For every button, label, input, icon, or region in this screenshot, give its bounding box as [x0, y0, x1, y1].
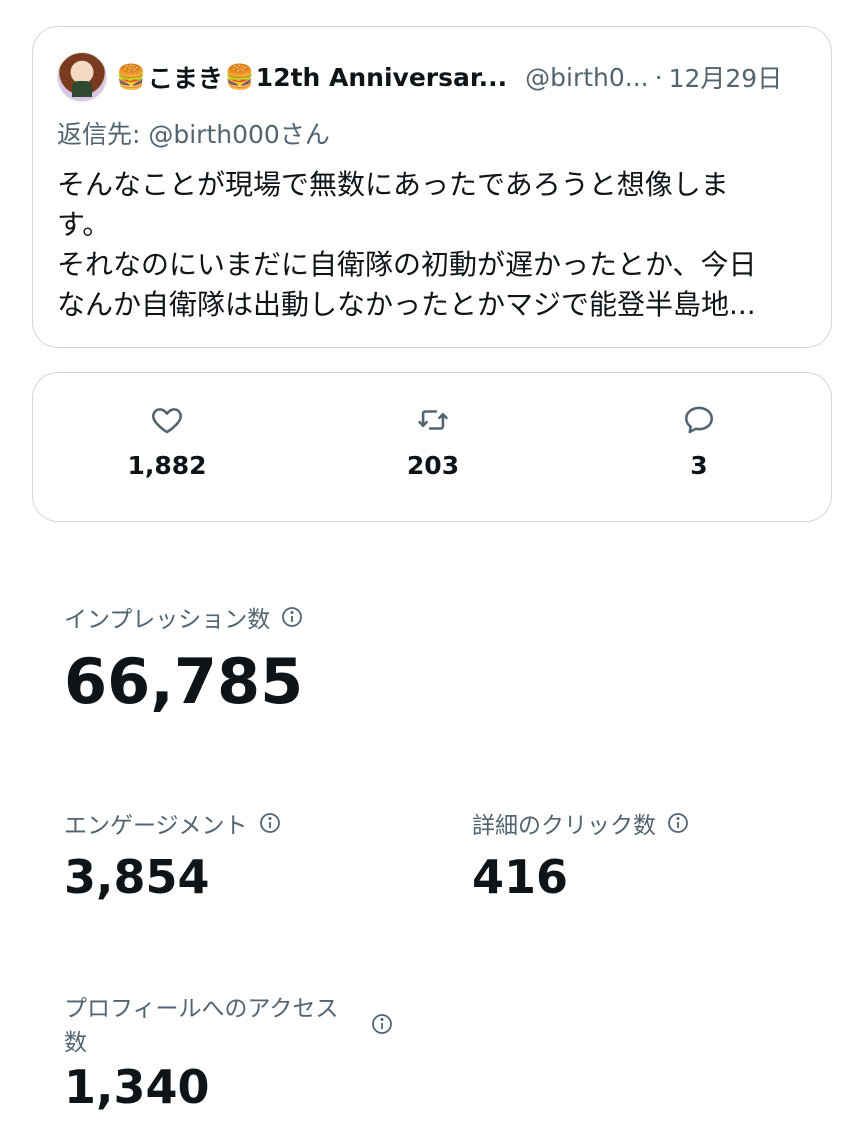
info-icon[interactable] — [258, 811, 282, 835]
burger-emoji: 🍔 — [116, 63, 146, 91]
reply-icon — [684, 406, 714, 434]
engagement-bar: 1,882 203 3 — [32, 372, 832, 522]
reply-count: 3 — [690, 451, 708, 480]
engagements-metric: エンゲージメント 3,854 — [64, 806, 282, 904]
impressions-metric: インプレッション数 66,785 — [64, 600, 304, 716]
avatar[interactable] — [57, 52, 107, 102]
engagements-label-text: エンゲージメント — [64, 813, 248, 839]
heart-icon — [152, 408, 182, 434]
profile-visits-label-text: プロフィールへのアクセス数 — [64, 996, 339, 1056]
profile-visits-metric: プロフィールへのアクセス数 1,340 — [64, 992, 404, 1114]
quoted-tweet-card[interactable]: 🍔 こまき 🍔 12th Anniversar... @birth0... · … — [32, 26, 832, 348]
retweet-count: 203 — [406, 451, 460, 480]
impressions-value: 66,785 — [64, 645, 304, 718]
display-name-text: こまき — [147, 64, 223, 93]
impressions-label-text: インプレッション数 — [64, 607, 271, 633]
like-count: 1,882 — [127, 451, 207, 480]
tweet-date[interactable]: 12月29日 — [669, 59, 783, 95]
like-stat[interactable]: 1,882 — [97, 403, 237, 480]
reply-stat[interactable]: 3 — [629, 403, 769, 480]
detail-clicks-label: 詳細のクリック数 — [472, 806, 690, 840]
display-name[interactable]: 🍔 こまき 🍔 12th Anniversar... — [115, 59, 507, 95]
engagements-value: 3,854 — [64, 850, 210, 904]
retweet-stat[interactable]: 203 — [363, 403, 503, 480]
info-icon[interactable] — [370, 1012, 394, 1036]
profile-visits-value: 1,340 — [64, 1060, 210, 1114]
tweet-header: 🍔 こまき 🍔 12th Anniversar... @birth0... · … — [57, 49, 782, 105]
separator-dot: · — [654, 62, 663, 92]
profile-visits-label: プロフィールへのアクセス数 — [64, 992, 404, 1060]
burger-emoji: 🍔 — [224, 63, 255, 91]
info-icon[interactable] — [280, 605, 304, 629]
retweet-icon — [418, 410, 448, 430]
impressions-label: インプレッション数 — [64, 600, 304, 634]
detail-clicks-label-text: 詳細のクリック数 — [472, 813, 656, 839]
detail-clicks-metric: 詳細のクリック数 416 — [472, 806, 690, 904]
tweet-text: そんなことが現場で無数にあったであろうと想像しま す。 それなのにいまだに自衛隊… — [57, 168, 757, 321]
user-handle[interactable]: @birth0... — [525, 63, 649, 92]
display-name-suffix: 12th Anniversar... — [255, 62, 508, 92]
reply-to[interactable]: 返信先: @birth000さん — [57, 115, 330, 151]
info-icon[interactable] — [666, 811, 690, 835]
engagements-label: エンゲージメント — [64, 806, 282, 840]
detail-clicks-value: 416 — [472, 850, 569, 904]
